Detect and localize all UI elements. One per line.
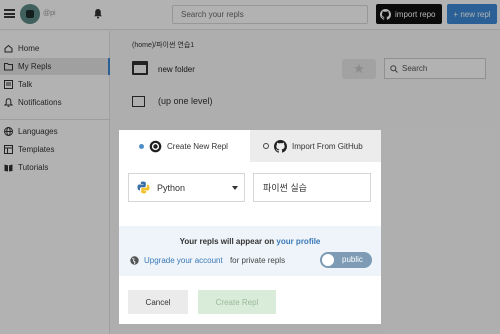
tab-create-new-repl[interactable]: Create New Repl bbox=[119, 130, 250, 162]
upgrade-suffix: for private repls bbox=[227, 256, 286, 265]
toggle-label: public bbox=[342, 255, 363, 264]
globe-icon bbox=[130, 256, 139, 265]
profile-notice: Your repls will appear on your profile bbox=[119, 237, 381, 246]
radio-selected[interactable] bbox=[139, 143, 144, 149]
repl-name-field[interactable] bbox=[253, 173, 371, 202]
tab-create-label: Create New Repl bbox=[167, 141, 228, 151]
python-icon bbox=[137, 181, 150, 194]
upgrade-account-link[interactable]: Upgrade your account bbox=[144, 256, 223, 265]
visibility-info-box: Your repls will appear on your profile U… bbox=[119, 226, 381, 276]
upgrade-notice: Upgrade your account for private repls bbox=[130, 256, 285, 265]
github-icon bbox=[274, 139, 287, 153]
create-repl-modal: Create New Repl Import From GitHub Pytho… bbox=[119, 130, 381, 324]
chevron-down-icon bbox=[232, 186, 238, 190]
visibility-toggle[interactable]: public bbox=[320, 252, 372, 268]
cancel-button[interactable]: Cancel bbox=[128, 290, 188, 314]
profile-notice-text: Your repls will appear on bbox=[179, 237, 277, 246]
radio-unselected[interactable] bbox=[263, 143, 269, 149]
replit-icon bbox=[149, 140, 162, 152]
language-select[interactable]: Python bbox=[128, 173, 245, 202]
create-repl-button[interactable]: Create Repl bbox=[198, 290, 276, 314]
tab-import-label: Import From GitHub bbox=[292, 141, 363, 151]
language-value: Python bbox=[157, 182, 186, 193]
your-profile-link[interactable]: your profile bbox=[276, 237, 320, 246]
repl-name-input[interactable] bbox=[254, 174, 370, 201]
toggle-knob bbox=[322, 254, 334, 266]
tab-import-from-github[interactable]: Import From GitHub bbox=[250, 130, 381, 162]
